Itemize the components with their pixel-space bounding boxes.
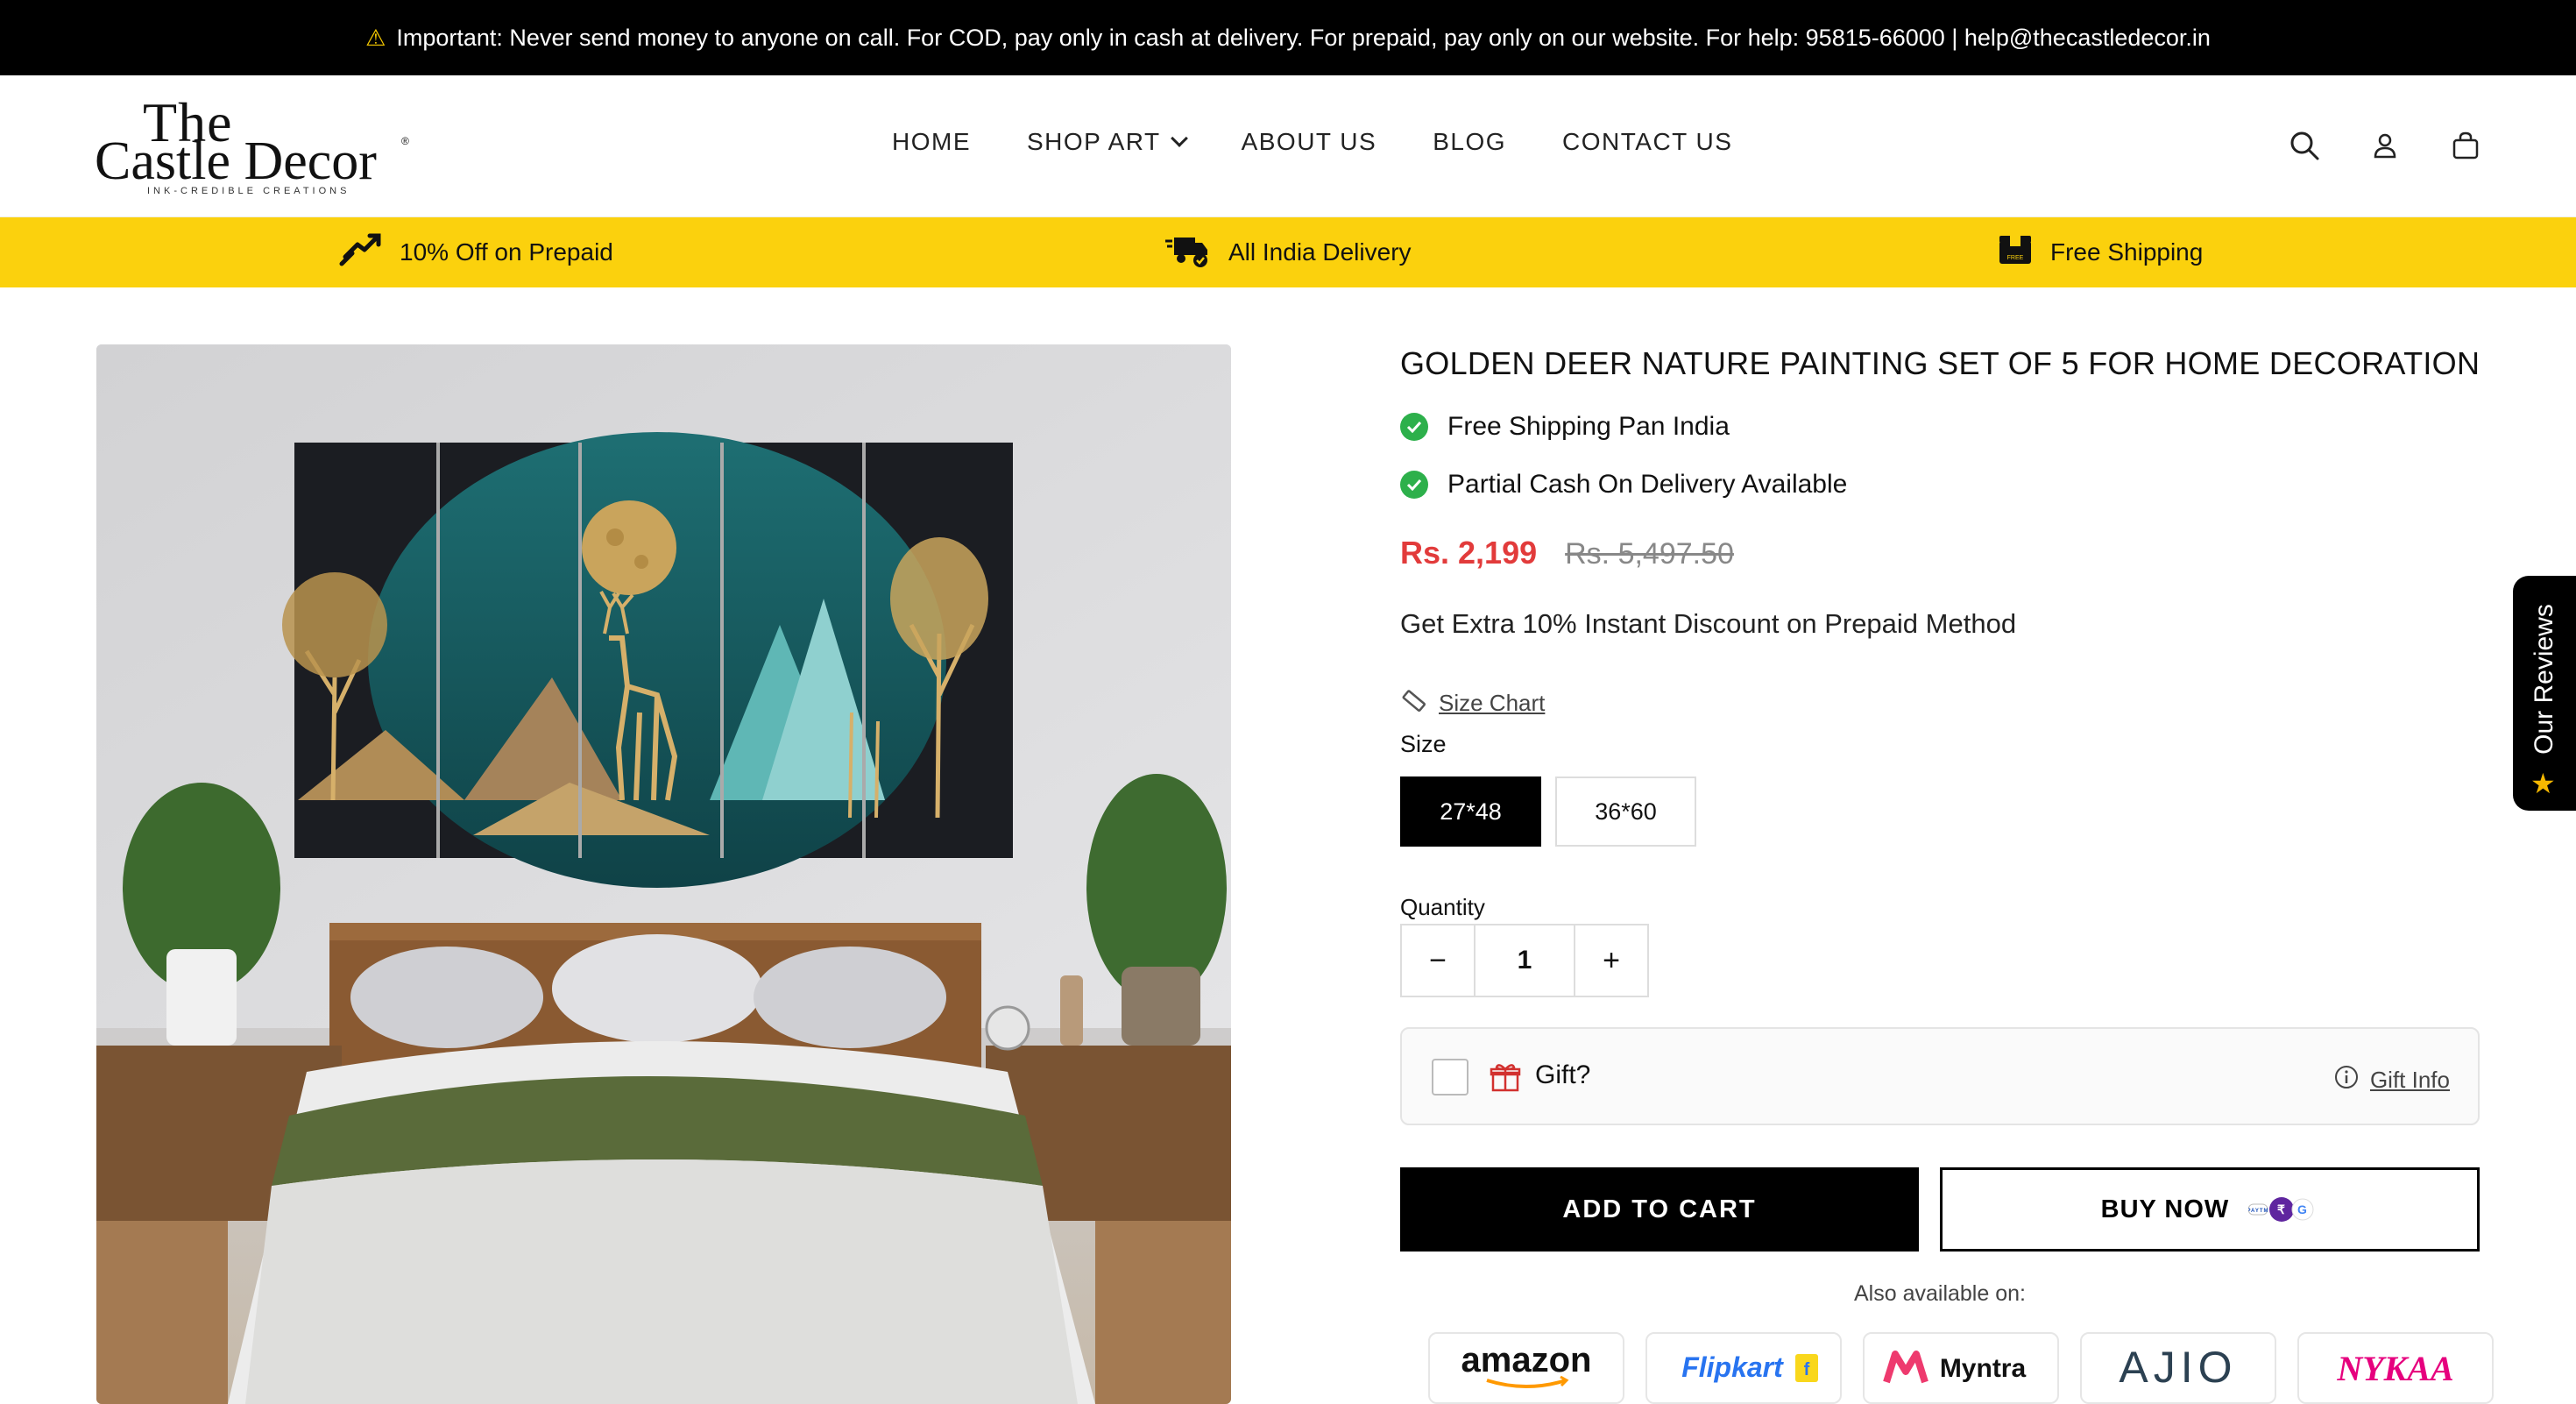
check-free-shipping-label: Free Shipping Pan India — [1447, 412, 1730, 441]
feature-delivery-label: All India Delivery — [1228, 238, 1412, 266]
feature-shipping-label: Free Shipping — [2050, 238, 2204, 266]
marketplace-flipkart[interactable]: Flipkart f — [1645, 1332, 1842, 1404]
feature-prepaid-label: 10% Off on Prepaid — [400, 238, 613, 266]
header-icons — [2287, 128, 2483, 163]
info-icon — [2333, 1064, 2360, 1096]
nav-blog[interactable]: BLOG — [1433, 128, 1506, 156]
site-header: The Castle Decor ® INK-CREDIBLE CREATION… — [0, 75, 2576, 217]
logo[interactable]: The Castle Decor ® INK-CREDIBLE CREATION… — [95, 95, 419, 200]
account-icon[interactable] — [2367, 128, 2403, 163]
sale-price: Rs. 2,199 — [1400, 535, 1538, 571]
svg-text:₹: ₹ — [2277, 1202, 2286, 1216]
announcement-text: Important: Never send money to anyone on… — [396, 24, 2211, 51]
feature-shipping: FREE Free Shipping — [1998, 217, 2203, 287]
nav-about-us-label: ABOUT US — [1241, 128, 1377, 155]
svg-text:PAYTM: PAYTM — [2248, 1209, 2269, 1214]
gift-info-link[interactable]: Gift Info — [2333, 1064, 2450, 1096]
discount-icon — [338, 230, 382, 275]
nav-home[interactable]: HOME — [892, 128, 971, 156]
chevron-down-icon — [1170, 130, 1188, 147]
nav-blog-label: BLOG — [1433, 128, 1507, 155]
quantity-stepper: − 1 + — [1400, 924, 1649, 997]
buy-now-button[interactable]: BUY NOW PAYTM ₹ G — [1940, 1167, 2480, 1252]
our-reviews-tab[interactable]: Our Reviews ★ — [2513, 576, 2576, 811]
check-free-shipping: Free Shipping Pan India — [1400, 412, 1730, 442]
check-circle-icon — [1400, 471, 1428, 499]
nav-contact-us-label: CONTACT US — [1562, 128, 1733, 155]
check-partial-cod-label: Partial Cash On Delivery Available — [1447, 470, 1848, 499]
buy-now-label: BUY NOW — [2100, 1195, 2230, 1223]
svg-text:Myntra: Myntra — [1940, 1354, 2027, 1383]
product-image[interactable] — [96, 344, 1231, 1404]
product-title: GOLDEN DEER NATURE PAINTING SET OF 5 FOR… — [1400, 345, 2480, 381]
our-reviews-label: Our Reviews — [2530, 604, 2558, 755]
payment-methods-icon: PAYTM ₹ G — [2248, 1194, 2318, 1225]
quantity-input[interactable]: 1 — [1474, 925, 1575, 996]
star-icon: ★ — [2530, 768, 2556, 799]
check-circle-icon — [1400, 413, 1428, 441]
search-icon[interactable] — [2287, 128, 2322, 163]
quantity-decrease-button[interactable]: − — [1402, 925, 1474, 996]
nav-contact-us[interactable]: CONTACT US — [1562, 128, 1732, 156]
gift-info-label: Gift Info — [2369, 1067, 2450, 1093]
gift-option-box: Gift? Gift Info — [1400, 1027, 2480, 1125]
size-label: Size — [1400, 731, 1447, 757]
announcement-bar: ⚠ Important: Never send money to anyone … — [0, 0, 2576, 75]
check-partial-cod: Partial Cash On Delivery Available — [1400, 470, 1847, 500]
nav-about-us[interactable]: ABOUT US — [1242, 128, 1377, 156]
price-block: Rs. 2,199 Rs. 5,497.50 — [1400, 535, 1734, 571]
svg-text:G: G — [2297, 1202, 2308, 1216]
free-shipping-icon: FREE — [1998, 232, 2033, 273]
feature-prepaid: 10% Off on Prepaid — [338, 217, 613, 287]
size-option-27x48[interactable]: 27*48 — [1400, 776, 1541, 847]
main-nav: HOME SHOP ART ABOUT US BLOG CONTACT US — [892, 128, 1732, 156]
size-options: 27*48 36*60 — [1400, 776, 1696, 847]
warning-icon: ⚠ — [365, 24, 386, 51]
size-option-36x60[interactable]: 36*60 — [1555, 776, 1696, 847]
extra-discount-text: Get Extra 10% Instant Discount on Prepai… — [1400, 608, 2017, 639]
marketplace-nykaa[interactable]: NYKAA — [2297, 1332, 2494, 1404]
size-chart-link[interactable]: Size Chart — [1400, 687, 1545, 720]
svg-text:amazon: amazon — [1461, 1342, 1592, 1379]
add-to-cart-button[interactable]: ADD TO CART — [1400, 1167, 1919, 1252]
marketplace-ajio[interactable]: AJIO — [2080, 1332, 2276, 1404]
svg-text:AJIO: AJIO — [2119, 1343, 2237, 1392]
logo-line2: Castle Decor — [95, 131, 377, 191]
logo-tagline: INK-CREDIBLE CREATIONS — [147, 186, 350, 196]
svg-text:FREE: FREE — [2007, 255, 2024, 261]
ruler-icon — [1400, 687, 1426, 720]
nav-home-label: HOME — [892, 128, 971, 155]
marketplace-list: amazon Flipkart f Myntra AJIO NYKAA — [1428, 1332, 2494, 1404]
svg-text:NYKAA: NYKAA — [2336, 1349, 2453, 1388]
logo-registered-mark: ® — [401, 135, 409, 147]
gift-label: Gift? — [1535, 1060, 1591, 1089]
svg-text:Flipkart: Flipkart — [1681, 1351, 1784, 1383]
nav-shop-art-label: SHOP ART — [1027, 128, 1161, 155]
marketplace-myntra[interactable]: Myntra — [1863, 1332, 2059, 1404]
quantity-increase-button[interactable]: + — [1575, 925, 1647, 996]
quantity-label: Quantity — [1400, 894, 1485, 920]
marketplace-amazon[interactable]: amazon — [1428, 1332, 1624, 1404]
size-chart-label: Size Chart — [1439, 690, 1546, 716]
feature-delivery: All India Delivery — [1165, 217, 1412, 287]
delivery-truck-icon — [1165, 230, 1211, 275]
features-bar: 10% Off on Prepaid All India Delivery FR… — [0, 217, 2576, 287]
cart-icon[interactable] — [2448, 128, 2483, 163]
gift-icon — [1490, 1060, 1521, 1096]
gift-checkbox[interactable] — [1432, 1059, 1468, 1096]
nav-shop-art[interactable]: SHOP ART — [1027, 128, 1188, 156]
compare-price: Rs. 5,497.50 — [1565, 537, 1734, 571]
svg-text:f: f — [1804, 1360, 1810, 1379]
also-available-label: Also available on: — [1854, 1281, 2026, 1306]
